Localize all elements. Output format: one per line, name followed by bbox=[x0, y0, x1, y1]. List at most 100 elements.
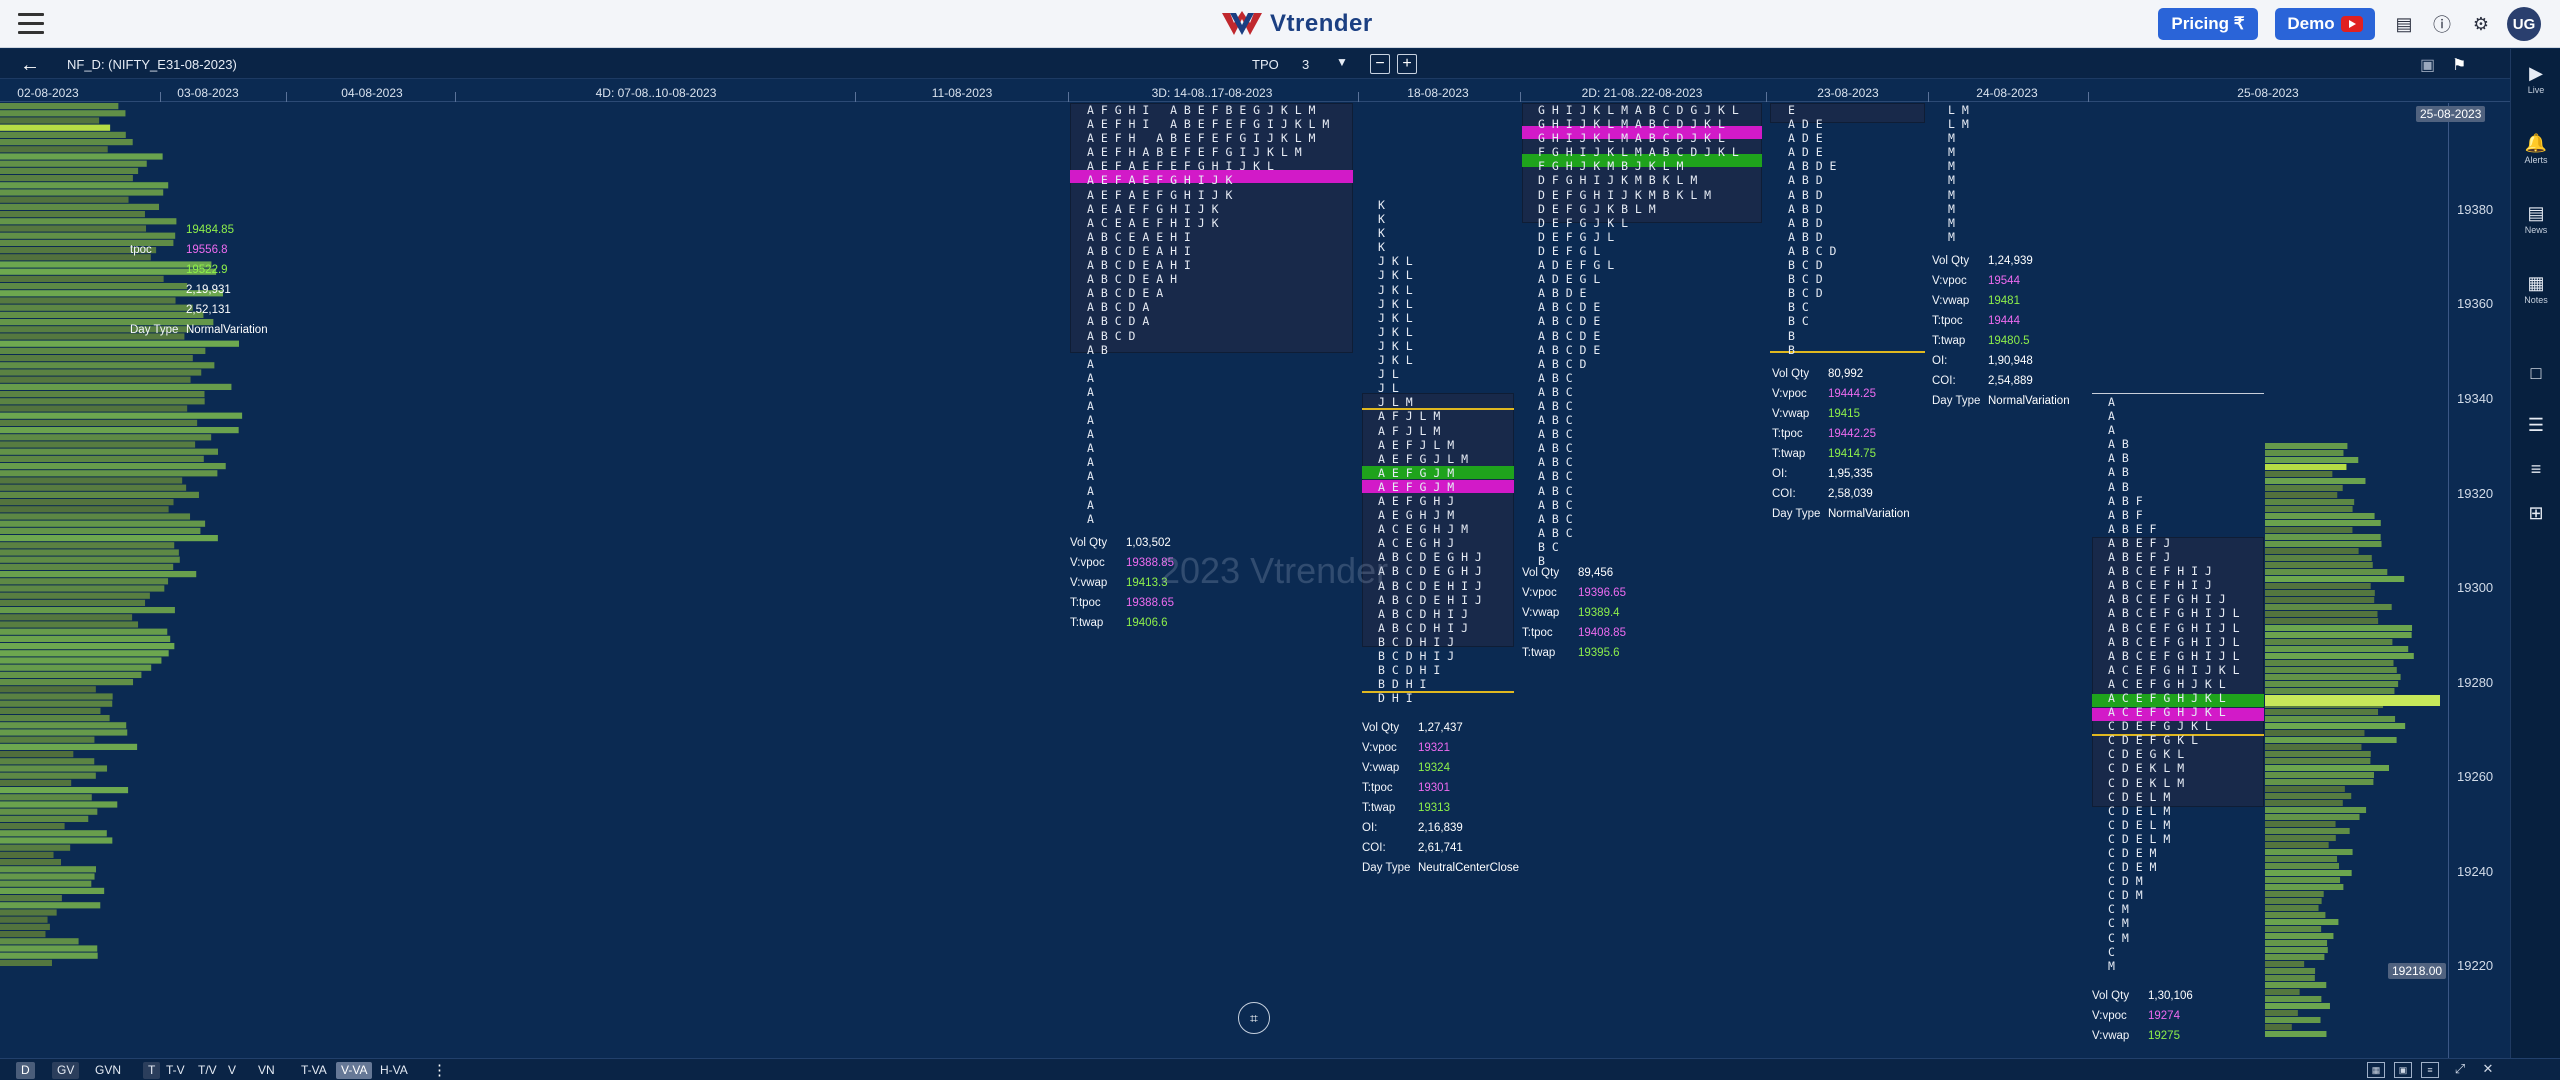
volume-bar bbox=[0, 945, 98, 952]
notes-button[interactable]: ▦ Notes bbox=[2511, 273, 2560, 305]
stat-row: COI: 2,54,889 bbox=[1932, 371, 2070, 391]
more-options-icon[interactable]: ⋮ bbox=[432, 1061, 447, 1079]
picture-icon[interactable]: ▣ bbox=[2394, 1062, 2412, 1078]
mode-h-va-button[interactable]: H-VA bbox=[375, 1062, 413, 1079]
tpo-row: A bbox=[1087, 384, 1094, 399]
tpo-row: A C E F G H J K L bbox=[2108, 705, 2226, 720]
volume-bar bbox=[0, 873, 95, 880]
fullscreen-icon[interactable]: ⤢ bbox=[2451, 1062, 2469, 1078]
stat-row: T:tpoc 19301 bbox=[1362, 778, 1519, 798]
news-button[interactable]: ▤ News bbox=[2511, 203, 2560, 235]
back-arrow-icon[interactable]: ← bbox=[20, 54, 40, 77]
stat-row: 19484.85 bbox=[130, 220, 268, 240]
grid-button[interactable]: ⊞ bbox=[2511, 503, 2560, 525]
tpo-row: E bbox=[1788, 103, 1795, 117]
demo-button[interactable]: Demo bbox=[2275, 8, 2375, 40]
stat-row: V:vpoc 19396.65 bbox=[1522, 583, 1626, 603]
volume-bar bbox=[0, 599, 146, 606]
alerts-button[interactable]: 🔔 Alerts bbox=[2511, 133, 2560, 165]
tpo-row: A B C D A bbox=[1087, 300, 1150, 315]
volume-bar bbox=[2265, 765, 2390, 771]
stat-key: COI: bbox=[1932, 375, 1956, 387]
tpo-row: A E F H A B E F E F G I J K L M bbox=[1087, 145, 1302, 160]
notes-icon: ▦ bbox=[2527, 273, 2545, 293]
volume-bar bbox=[0, 715, 110, 722]
tpo-row: A bbox=[1087, 356, 1094, 371]
menu-icon[interactable] bbox=[18, 13, 44, 35]
volume-bar bbox=[2265, 457, 2359, 463]
tpo-row: C D E M bbox=[2108, 846, 2157, 860]
menu-lines-button[interactable]: ≡ bbox=[2511, 459, 2560, 481]
zoom-out-button[interactable]: − bbox=[1370, 54, 1390, 74]
tpo-row: A B C D E bbox=[1538, 328, 1601, 343]
chevron-down-icon[interactable]: ▼ bbox=[1336, 55, 1348, 69]
stat-row: Day Type NeutralCenterClose bbox=[1362, 858, 1519, 878]
mode-gv-button[interactable]: GV bbox=[52, 1062, 80, 1079]
tpo-row: B bbox=[1788, 328, 1795, 343]
gear-icon[interactable]: ⚙ bbox=[2470, 13, 2492, 35]
mode-d-button[interactable]: D bbox=[16, 1062, 35, 1079]
volume-bar bbox=[0, 895, 62, 902]
stat-value: 19414.75 bbox=[1828, 448, 1876, 460]
tpo-row: A bbox=[2108, 395, 2115, 409]
tpo-row: B C bbox=[1538, 539, 1559, 554]
stat-value: 19389.4 bbox=[1578, 607, 1620, 619]
stat-value: NormalVariation bbox=[1828, 508, 1910, 520]
zoom-in-button[interactable]: + bbox=[1397, 54, 1417, 74]
volume-bar bbox=[0, 376, 191, 383]
tpo-row: B C D bbox=[1788, 286, 1823, 301]
tpo-row: D F G H I J K M B K L M bbox=[1538, 173, 1698, 188]
volume-bar bbox=[0, 124, 111, 131]
volume-bar bbox=[2265, 982, 2327, 988]
volume-bar bbox=[2265, 877, 2341, 883]
close-icon[interactable]: ✕ bbox=[2479, 1062, 2497, 1078]
brand-logo[interactable]: Vtrender bbox=[1220, 7, 1373, 41]
volume-bar bbox=[2265, 807, 2367, 813]
pricing-button[interactable]: Pricing ₹ bbox=[2158, 8, 2258, 40]
volume-bar bbox=[0, 520, 206, 527]
settings-mini-icon[interactable]: ≡ bbox=[2421, 1062, 2439, 1078]
mode-v-button[interactable]: V bbox=[223, 1062, 241, 1079]
tpo-row: A C E F G H J K L bbox=[2108, 690, 2226, 705]
tpo-row: A B D bbox=[1788, 173, 1823, 188]
price-label: 19260 bbox=[2457, 769, 2494, 784]
mode-t-button[interactable]: T bbox=[143, 1062, 161, 1079]
volume-bar bbox=[2265, 541, 2382, 547]
mode-vn-button[interactable]: VN bbox=[253, 1062, 280, 1079]
volume-bar bbox=[0, 398, 205, 405]
tpo-row: A D E bbox=[1788, 145, 1823, 160]
tpo-row: J K L bbox=[1378, 282, 1413, 297]
stat-value: 19444 bbox=[1988, 315, 2020, 327]
info-icon[interactable]: ⓘ bbox=[2431, 13, 2453, 35]
stat-row: V:vwap 19413.3 bbox=[1070, 573, 1174, 593]
tpo-row: M bbox=[1948, 131, 1955, 146]
tpo-row: A B bbox=[2108, 437, 2129, 452]
tpo-row: A B C bbox=[1538, 483, 1573, 498]
mode-t-va-button[interactable]: T-VA bbox=[296, 1062, 332, 1079]
mode-v-va-button[interactable]: V-VA bbox=[336, 1062, 373, 1079]
document-icon[interactable]: ▤ bbox=[2393, 13, 2415, 35]
bookmark-icon[interactable]: ⚑ bbox=[2452, 55, 2466, 75]
grid-view-icon[interactable]: ▦ bbox=[2367, 1062, 2385, 1078]
tpo-chart-area[interactable]: A F G H I A B E F B E G J K L MA E F H I… bbox=[0, 103, 2510, 1058]
volume-bar bbox=[0, 427, 239, 434]
save-icon[interactable]: ▣ bbox=[2420, 55, 2435, 75]
volume-bar bbox=[0, 549, 179, 556]
stat-key: V:vwap bbox=[1522, 607, 1560, 619]
stat-key: V:vwap bbox=[1772, 408, 1810, 420]
stat-value: 19481 bbox=[1988, 295, 2020, 307]
list-button[interactable]: ☰ bbox=[2511, 415, 2560, 437]
scan-icon[interactable]: ⌗ bbox=[1238, 1002, 1270, 1034]
live-button[interactable]: ▶ Live bbox=[2511, 63, 2560, 95]
stat-key: Vol Qty bbox=[1362, 722, 1400, 734]
square-button[interactable]: □ bbox=[2511, 363, 2560, 385]
volume-bar bbox=[0, 153, 163, 160]
tpo-value-select[interactable]: 3 bbox=[1302, 57, 1309, 72]
stat-key: COI: bbox=[1362, 842, 1386, 854]
mode-gvn-button[interactable]: GVN bbox=[90, 1062, 126, 1079]
notes-label: Notes bbox=[2524, 295, 2548, 305]
avatar[interactable]: UG bbox=[2507, 7, 2541, 41]
mode-t-slash-v-button[interactable]: T/V bbox=[193, 1062, 222, 1079]
tpo-row: A E F A E F E F G H I J K L bbox=[1087, 159, 1274, 174]
mode-t-v-button[interactable]: T-V bbox=[161, 1062, 190, 1079]
